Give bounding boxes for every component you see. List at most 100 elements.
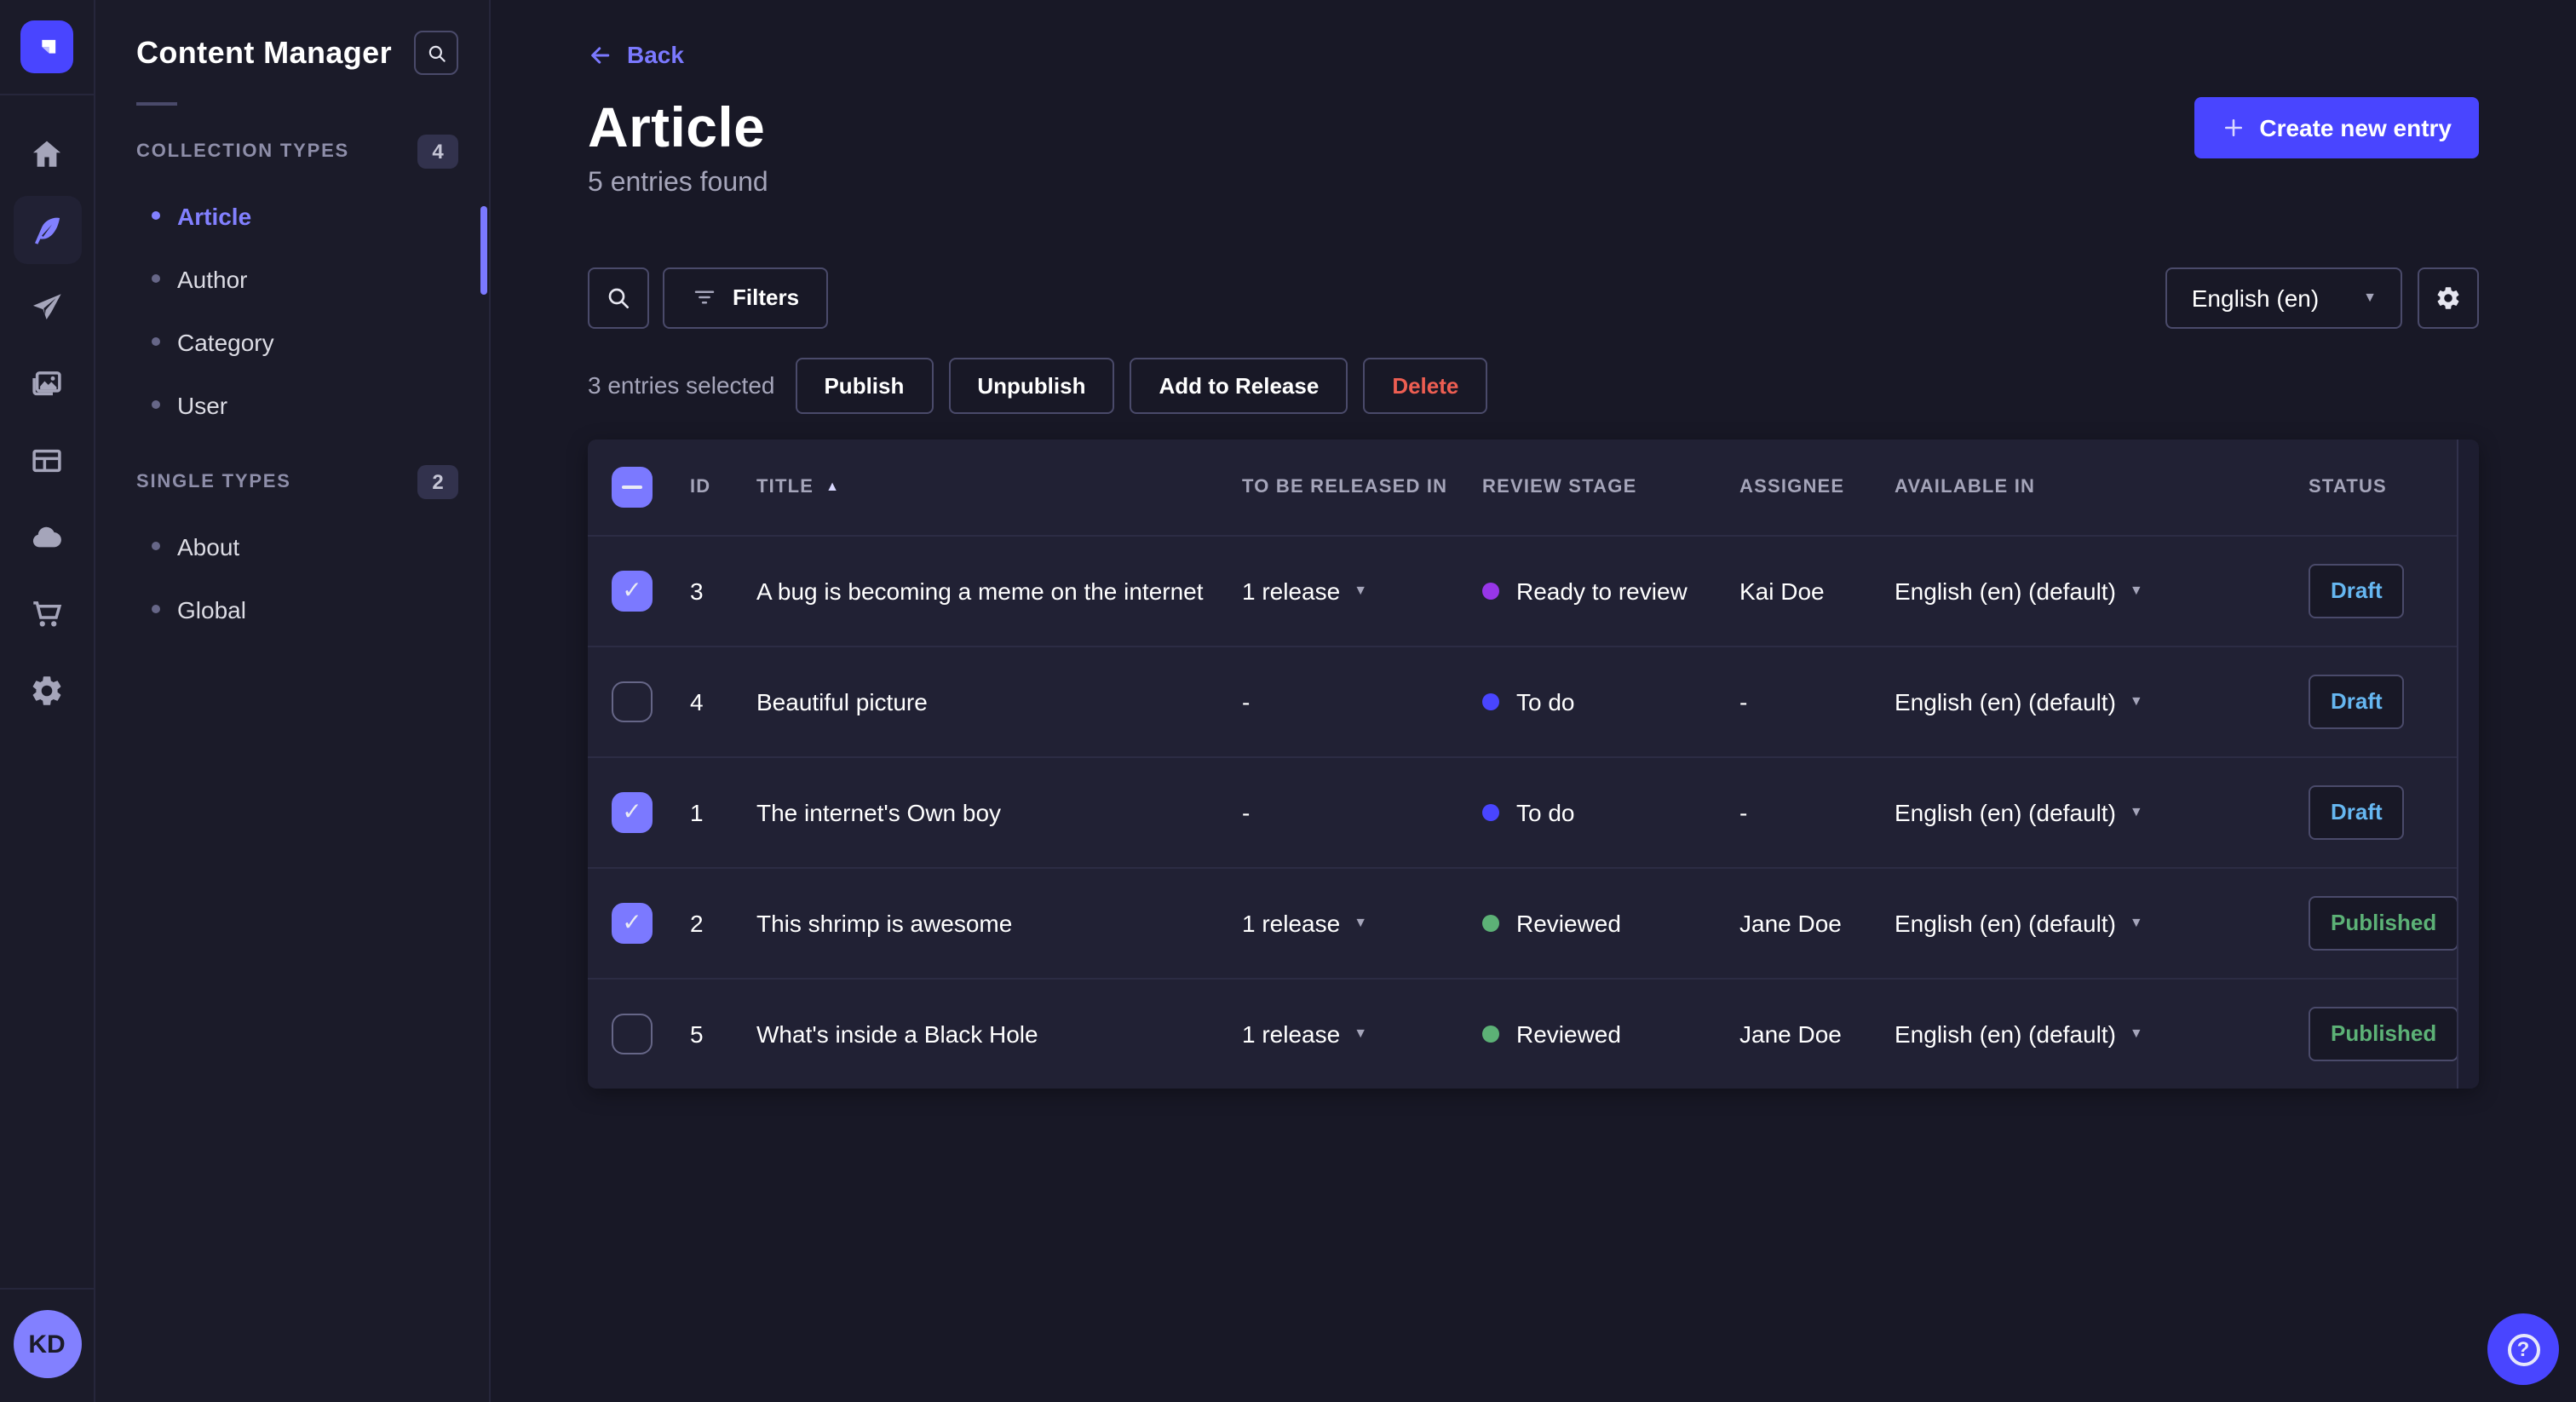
check-icon: ✓ — [622, 908, 642, 936]
release-dropdown[interactable]: -▼ — [1242, 688, 1482, 715]
releases-icon[interactable] — [13, 273, 81, 341]
column-header-available-in[interactable]: AVAILABLE IN — [1895, 477, 2309, 497]
sidebar-title: Content Manager — [136, 35, 393, 69]
bullet-icon — [152, 211, 160, 220]
selection-count-text: 3 entries selected — [588, 371, 775, 399]
sidebar-item-user[interactable]: User — [95, 373, 489, 436]
cell-title: Beautiful picture — [756, 687, 928, 715]
available-locale-dropdown[interactable]: English (en) (default) ▼ — [1895, 688, 2309, 715]
nav-rail: KD — [0, 0, 95, 1402]
locale-select[interactable]: English (en) ▼ — [2165, 267, 2402, 329]
available-locale-dropdown[interactable]: English (en) (default) ▼ — [1895, 910, 2309, 937]
release-caret-icon: ▼ — [1354, 1025, 1368, 1041]
help-button[interactable]: ? — [2487, 1313, 2559, 1385]
sidebar-item-global[interactable]: Global — [95, 577, 489, 641]
view-settings-button[interactable] — [2418, 267, 2479, 329]
strapi-logo[interactable] — [20, 20, 73, 73]
sidebar-item-about[interactable]: About — [95, 514, 489, 577]
available-locale-dropdown[interactable]: English (en) (default) ▼ — [1895, 1020, 2309, 1048]
filters-label: Filters — [733, 284, 800, 311]
main-content: Back Article Create new entry 5 entries … — [491, 0, 2576, 1402]
chevron-down-icon: ▼ — [2129, 582, 2143, 598]
avatar[interactable]: KD — [13, 1310, 81, 1378]
sidebar-item-label: About — [177, 532, 240, 560]
chevron-down-icon: ▼ — [2129, 1025, 2143, 1041]
table-body: ✓ 3 A bug is becoming a meme on the inte… — [588, 534, 2479, 1089]
create-new-entry-button[interactable]: Create new entry — [2194, 96, 2479, 158]
media-library-icon[interactable] — [13, 349, 81, 417]
marketplace-icon[interactable] — [13, 579, 81, 647]
filter-icon — [692, 285, 717, 311]
cell-title: A bug is becoming a meme on the internet — [756, 577, 1204, 605]
gear-icon — [2435, 284, 2462, 312]
row-checkbox[interactable]: ✓ — [612, 570, 653, 612]
sidebar-search-button[interactable] — [414, 31, 458, 75]
cell-title: This shrimp is awesome — [756, 909, 1013, 937]
review-stage-dot — [1482, 1025, 1499, 1043]
release-dropdown[interactable]: 1 release ▼ — [1242, 577, 1482, 605]
sidebar-item-label: Author — [177, 265, 248, 292]
cell-id: 3 — [690, 577, 704, 605]
search-button[interactable] — [588, 267, 649, 329]
deploy-icon[interactable] — [13, 503, 81, 571]
publish-button[interactable]: Publish — [795, 357, 934, 414]
column-header-id[interactable]: ID — [690, 477, 756, 497]
release-dropdown[interactable]: -▼ — [1242, 799, 1482, 826]
search-icon — [605, 284, 632, 312]
back-link[interactable]: Back — [588, 41, 684, 68]
review-stage-dot — [1482, 692, 1499, 710]
content-type-builder-icon[interactable] — [13, 426, 81, 494]
table-row[interactable]: ✓ 4 Beautiful picture -▼ To do - English… — [588, 645, 2479, 756]
cell-assignee: - — [1739, 687, 1748, 715]
single-types-label: SINGLE TYPES — [136, 472, 291, 492]
column-header-status[interactable]: STATUS — [2309, 477, 2445, 497]
select-all-checkbox[interactable]: ✓ — [612, 466, 653, 508]
review-stage-dot — [1482, 803, 1499, 821]
row-checkbox[interactable]: ✓ — [612, 681, 653, 722]
sidebar-scrollbar[interactable] — [480, 206, 487, 295]
table-row[interactable]: ✓ 5 What's inside a Black Hole 1 release… — [588, 977, 2479, 1089]
available-locale-dropdown[interactable]: English (en) (default) ▼ — [1895, 577, 2309, 605]
sidebar-item-category[interactable]: Category — [95, 310, 489, 373]
table-row[interactable]: ✓ 2 This shrimp is awesome 1 release ▼ Re… — [588, 866, 2479, 978]
locale-value: English (en) — [2191, 284, 2320, 312]
row-checkbox[interactable]: ✓ — [612, 902, 653, 944]
sidebar-item-article[interactable]: Article — [95, 184, 489, 247]
release-dropdown[interactable]: 1 release ▼ — [1242, 1020, 1482, 1048]
cell-review-stage: Reviewed — [1516, 909, 1621, 937]
table-row[interactable]: ✓ 3 A bug is becoming a meme on the inte… — [588, 534, 2479, 646]
cell-title: The internet's Own boy — [756, 798, 1002, 826]
settings-icon[interactable] — [13, 656, 81, 724]
column-header-assignee[interactable]: ASSIGNEE — [1739, 477, 1895, 497]
home-icon[interactable] — [13, 119, 81, 187]
cell-review-stage: Reviewed — [1516, 1020, 1621, 1048]
table-header: ✓ ID TITLE▲ TO BE RELEASED IN REVIEW STA… — [588, 440, 2479, 535]
question-mark-icon: ? — [2507, 1333, 2539, 1365]
cell-review-stage: To do — [1516, 798, 1575, 826]
check-icon: ✓ — [622, 576, 642, 604]
sidebar-item-author[interactable]: Author — [95, 247, 489, 310]
filters-button[interactable]: Filters — [663, 267, 829, 329]
cell-assignee: - — [1739, 798, 1748, 826]
row-checkbox[interactable]: ✓ — [612, 791, 653, 833]
cell-id: 4 — [690, 687, 704, 715]
column-header-title[interactable]: TITLE ▲ — [756, 477, 840, 497]
column-header-to-be-released-in[interactable]: TO BE RELEASED IN — [1242, 477, 1482, 497]
release-dropdown[interactable]: 1 release ▼ — [1242, 910, 1482, 937]
toolbar: Filters English (en) ▼ — [588, 267, 2479, 329]
sidebar-divider — [136, 102, 177, 106]
collection-types-label: COLLECTION TYPES — [136, 141, 350, 162]
cell-assignee: Kai Doe — [1739, 577, 1825, 605]
content-manager-icon[interactable] — [13, 196, 81, 264]
cell-assignee: Jane Doe — [1739, 1020, 1842, 1048]
plus-icon — [2222, 115, 2245, 139]
cell-review-stage: To do — [1516, 687, 1575, 715]
table-scrollbar-track[interactable] — [2457, 439, 2479, 1089]
delete-button[interactable]: Delete — [1363, 357, 1488, 414]
add-to-release-button[interactable]: Add to Release — [1130, 357, 1348, 414]
row-checkbox[interactable]: ✓ — [612, 1013, 653, 1054]
available-locale-dropdown[interactable]: English (en) (default) ▼ — [1895, 799, 2309, 826]
table-row[interactable]: ✓ 1 The internet's Own boy -▼ To do - En… — [588, 756, 2479, 867]
column-header-review-stage[interactable]: REVIEW STAGE — [1482, 477, 1739, 497]
unpublish-button[interactable]: Unpublish — [948, 357, 1115, 414]
